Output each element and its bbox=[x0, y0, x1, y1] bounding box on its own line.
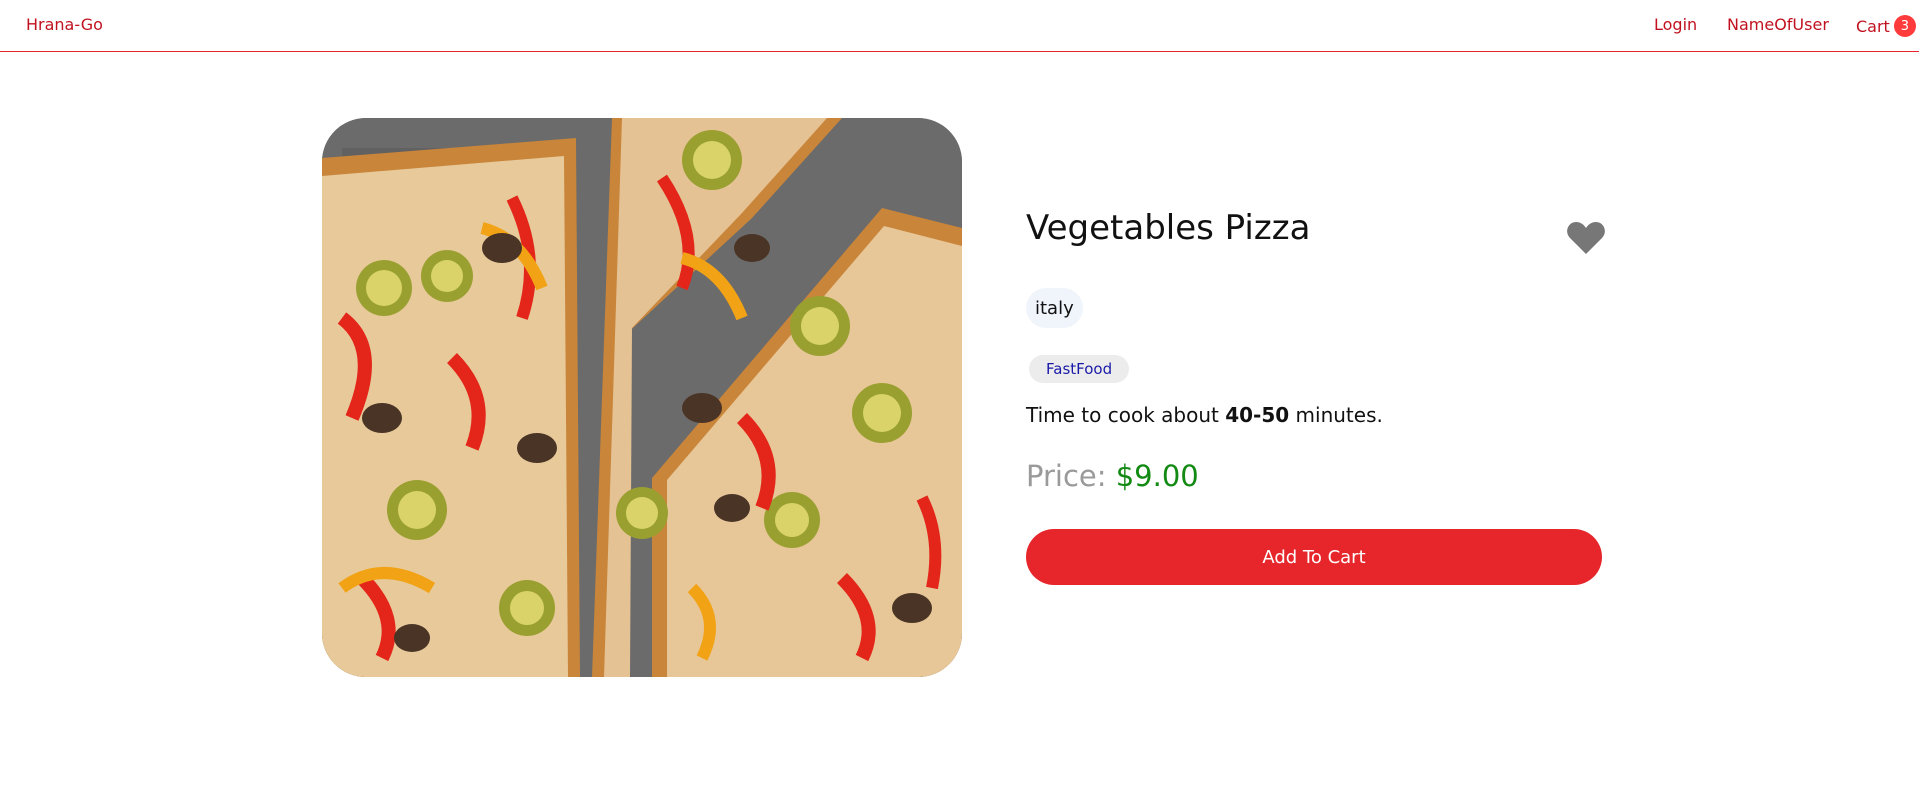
price-label: Price: bbox=[1026, 459, 1116, 493]
favorite-heart-icon[interactable] bbox=[1566, 220, 1606, 256]
cook-time-text: Time to cook about 40-50 minutes. bbox=[1026, 403, 1383, 427]
cook-time-prefix: Time to cook about bbox=[1026, 403, 1226, 427]
cart-label: Cart bbox=[1856, 16, 1890, 36]
nav-user-link[interactable]: NameOfUser bbox=[1727, 15, 1829, 34]
food-image bbox=[322, 118, 962, 677]
food-title: Vegetables Pizza bbox=[1026, 208, 1311, 248]
cart-count-badge: 3 bbox=[1893, 15, 1916, 37]
nav-cart-link[interactable]: Cart 3 bbox=[1856, 15, 1916, 37]
origin-badge: italy bbox=[1026, 288, 1083, 328]
nav-login-link[interactable]: Login bbox=[1654, 15, 1697, 34]
brand-logo[interactable]: Hrana-Go bbox=[26, 15, 103, 34]
top-navbar: Hrana-Go Login NameOfUser Cart 3 bbox=[0, 0, 1919, 52]
price-row: Price: $9.00 bbox=[1026, 459, 1199, 493]
cook-time-value: 40-50 bbox=[1225, 403, 1290, 427]
pizza-photo-icon bbox=[322, 118, 962, 677]
tag-fastfood[interactable]: FastFood bbox=[1029, 355, 1130, 383]
cook-time-suffix: minutes. bbox=[1289, 403, 1383, 427]
price-value: $9.00 bbox=[1115, 459, 1199, 493]
add-to-cart-button[interactable]: Add To Cart bbox=[1026, 529, 1602, 585]
